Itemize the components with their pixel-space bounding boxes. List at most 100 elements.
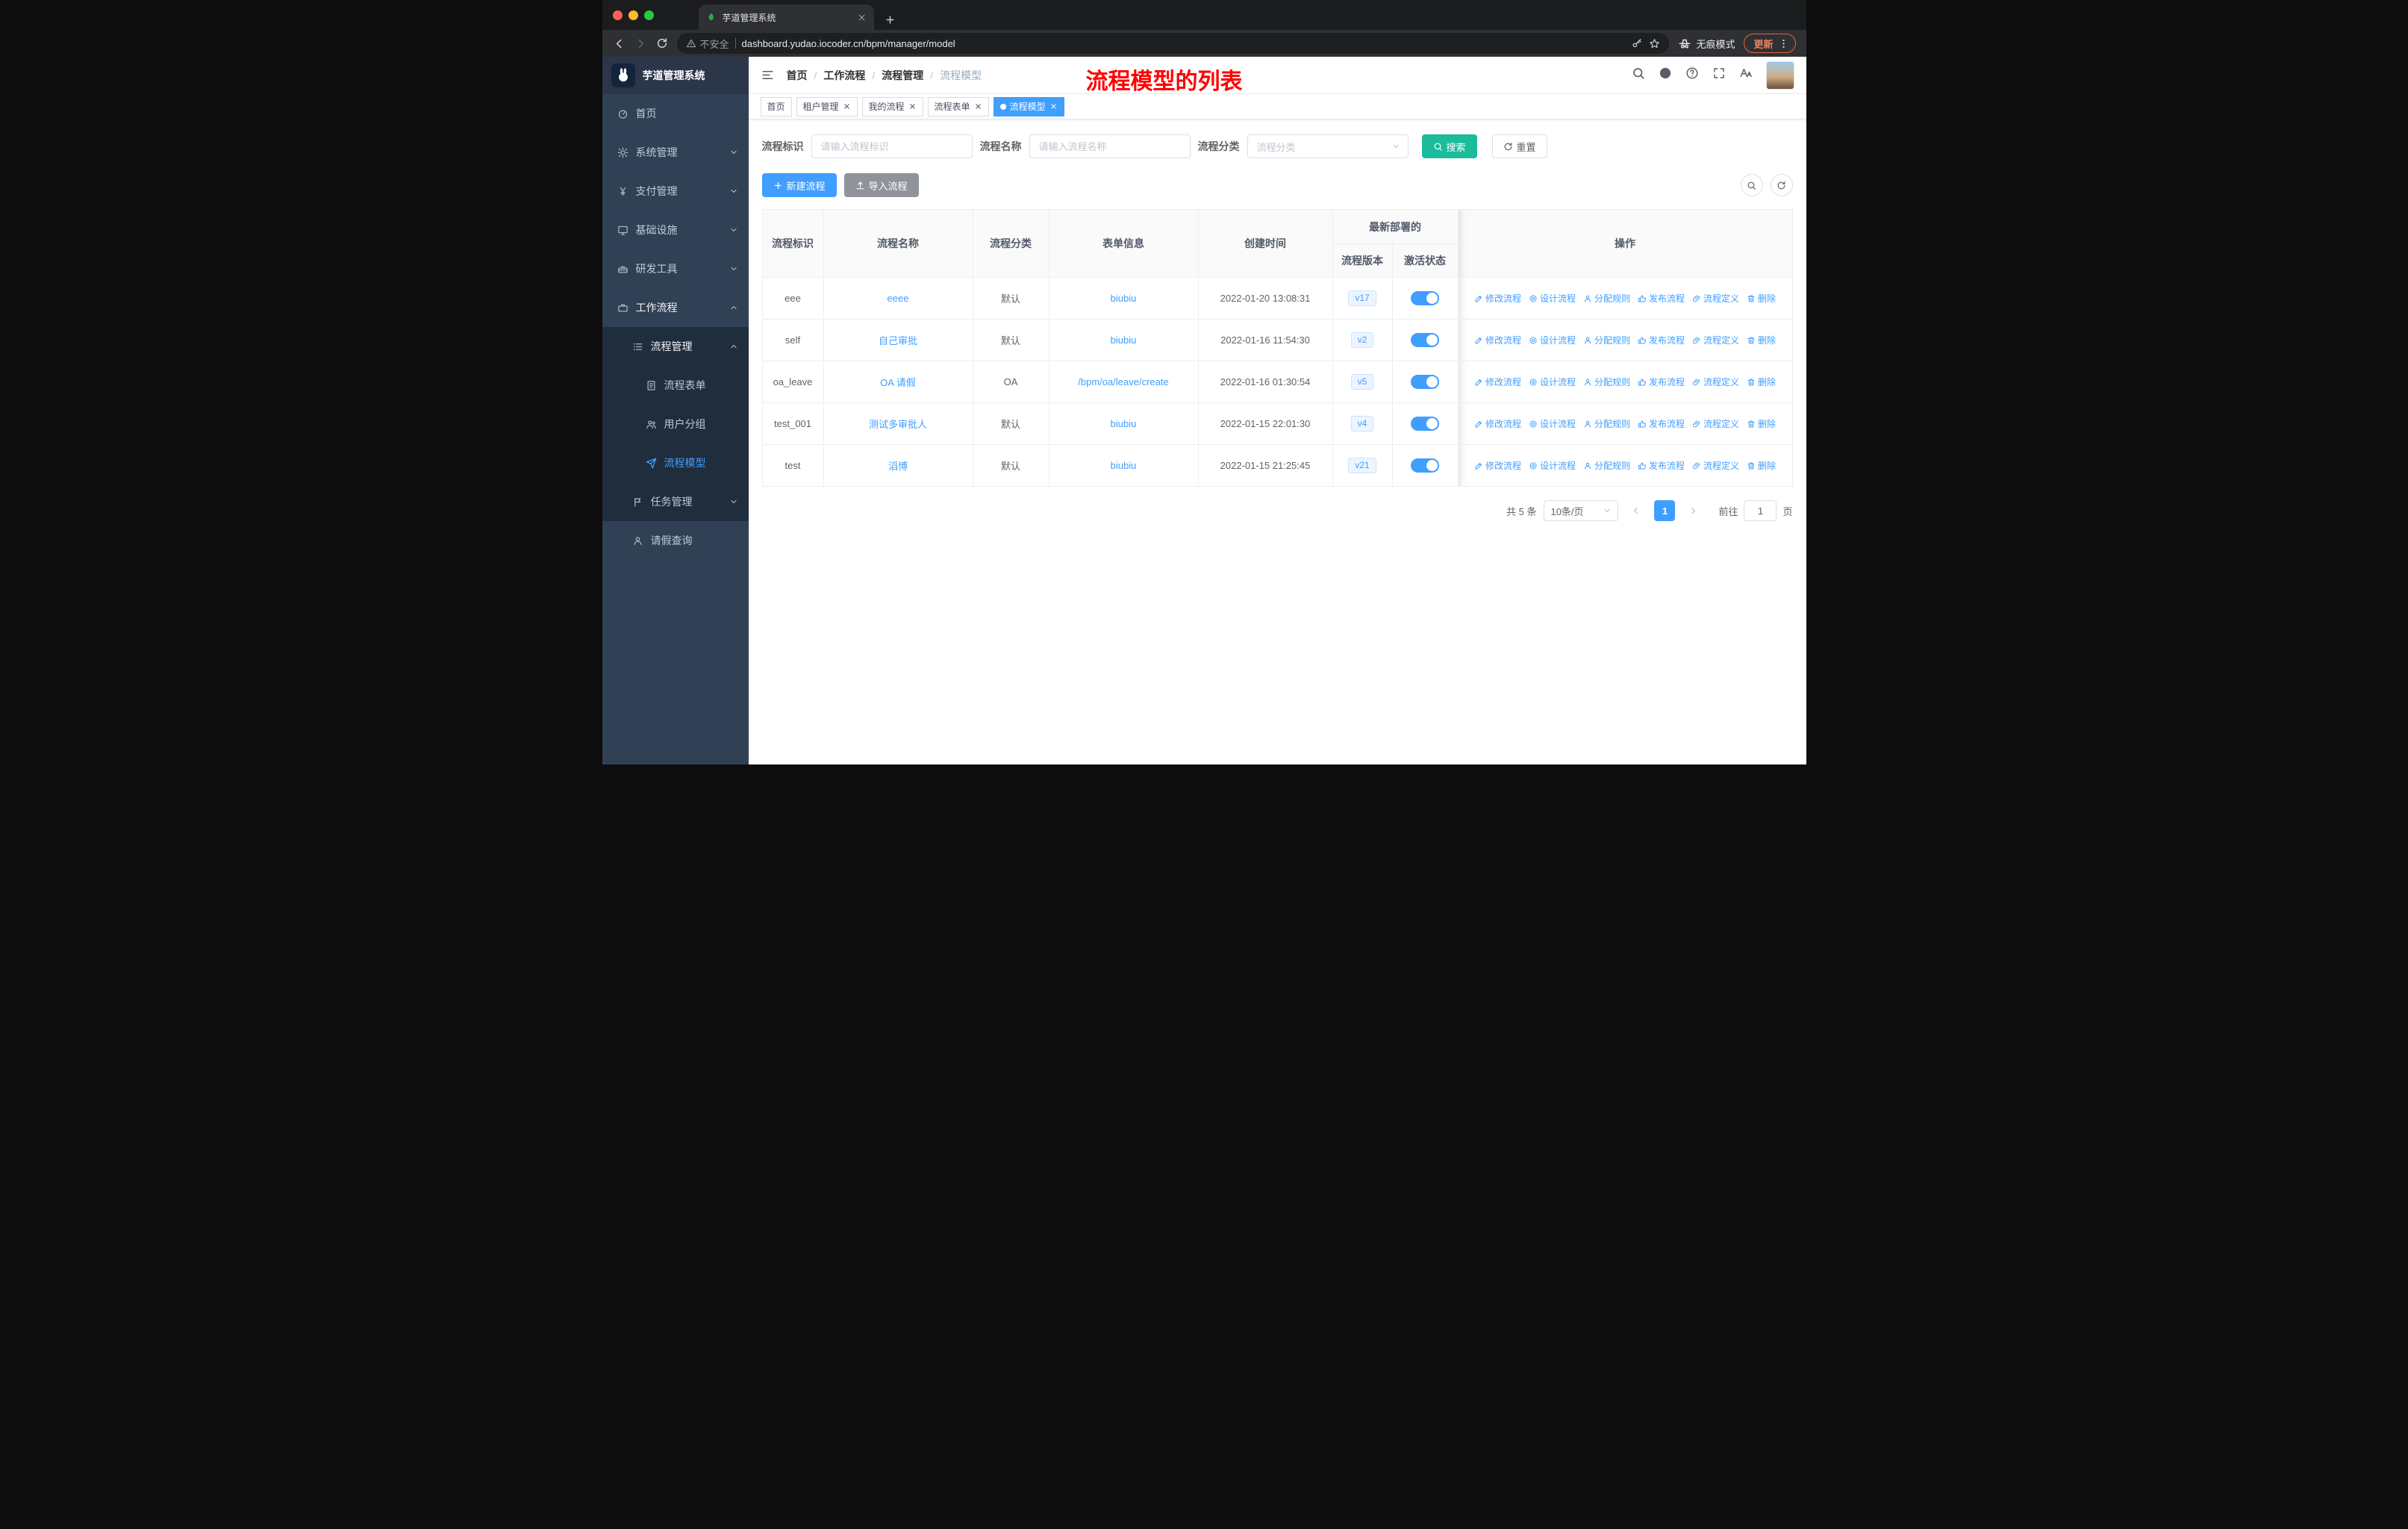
app-logo[interactable]: 芋道管理系统 xyxy=(602,57,749,94)
close-icon[interactable] xyxy=(974,102,982,110)
action-publish[interactable]: 发布流程 xyxy=(1638,376,1685,388)
password-key-icon[interactable] xyxy=(1632,38,1643,49)
category-select[interactable]: 流程分类 xyxy=(1247,134,1409,158)
action-publish[interactable]: 发布流程 xyxy=(1638,292,1685,305)
action-assign-rule[interactable]: 分配规则 xyxy=(1583,417,1630,430)
form-info-link[interactable]: biubiu xyxy=(1111,418,1137,429)
user-avatar[interactable] xyxy=(1765,60,1794,90)
sidebar-item-11[interactable]: 请假查询 xyxy=(602,521,749,560)
current-page-button[interactable]: 1 xyxy=(1654,500,1676,521)
sidebar-item-3[interactable]: 基础设施 xyxy=(602,211,749,249)
import-process-button[interactable]: 导入流程 xyxy=(843,173,919,197)
sidebar-item-7[interactable]: 流程表单 xyxy=(602,366,749,405)
close-icon[interactable] xyxy=(1049,102,1058,110)
active-toggle[interactable] xyxy=(1411,333,1439,347)
address-bar[interactable]: 不安全 dashboard.yudao.iocoder.cn/bpm/manag… xyxy=(676,33,1670,54)
action-definition[interactable]: 流程定义 xyxy=(1692,292,1739,305)
action-definition[interactable]: 流程定义 xyxy=(1692,334,1739,346)
breadcrumb-home[interactable]: 首页 xyxy=(787,68,824,83)
close-icon[interactable] xyxy=(908,102,917,110)
fullscreen-icon[interactable] xyxy=(1712,66,1726,84)
action-delete[interactable]: 删除 xyxy=(1747,459,1776,472)
window-close-button[interactable] xyxy=(612,10,623,20)
sidebar-item-6[interactable]: 流程管理 xyxy=(602,327,749,366)
update-button[interactable]: 更新 xyxy=(1744,34,1796,53)
browser-menu-kebab-icon[interactable] xyxy=(1778,38,1789,49)
font-size-icon[interactable] xyxy=(1739,66,1753,84)
sidebar-item-2[interactable]: 支付管理 xyxy=(602,172,749,211)
refresh-table-button[interactable] xyxy=(1770,174,1793,196)
action-modify[interactable]: 修改流程 xyxy=(1474,292,1521,305)
tag-2[interactable]: 我的流程 xyxy=(861,96,923,116)
breadcrumb-workflow[interactable]: 工作流程 xyxy=(823,68,882,83)
action-assign-rule[interactable]: 分配规则 xyxy=(1583,292,1630,305)
sidebar-item-8[interactable]: 用户分组 xyxy=(602,405,749,443)
forward-icon[interactable] xyxy=(634,37,647,50)
action-modify[interactable]: 修改流程 xyxy=(1474,376,1521,388)
reload-icon[interactable] xyxy=(656,37,668,49)
active-toggle[interactable] xyxy=(1411,291,1439,305)
back-icon[interactable] xyxy=(613,37,626,50)
toggle-search-button[interactable] xyxy=(1740,174,1763,196)
sidebar-item-10[interactable]: 任务管理 xyxy=(602,482,749,521)
process-key-input[interactable] xyxy=(811,134,973,158)
bookmark-star-icon[interactable] xyxy=(1649,38,1660,49)
form-info-link[interactable]: /bpm/oa/leave/create xyxy=(1078,376,1168,387)
process-name-link[interactable]: eeee xyxy=(888,293,909,304)
tag-0[interactable]: 首页 xyxy=(760,96,792,116)
page-size-select[interactable]: 10条/页 xyxy=(1544,500,1619,521)
action-modify[interactable]: 修改流程 xyxy=(1474,334,1521,346)
action-delete[interactable]: 删除 xyxy=(1747,334,1776,346)
action-design[interactable]: 设计流程 xyxy=(1529,292,1576,305)
reset-button[interactable]: 重置 xyxy=(1491,134,1547,158)
tab-close-icon[interactable] xyxy=(857,13,867,22)
process-name-link[interactable]: 滔博 xyxy=(888,461,908,472)
tag-1[interactable]: 租户管理 xyxy=(796,96,858,116)
sidebar-item-0[interactable]: 首页 xyxy=(602,94,749,133)
help-icon[interactable] xyxy=(1685,66,1699,84)
action-design[interactable]: 设计流程 xyxy=(1529,459,1576,472)
active-toggle[interactable] xyxy=(1411,458,1439,473)
sidebar-item-9[interactable]: 流程模型 xyxy=(602,443,749,482)
tag-3[interactable]: 流程表单 xyxy=(927,96,989,116)
action-modify[interactable]: 修改流程 xyxy=(1474,459,1521,472)
next-page-button[interactable] xyxy=(1682,500,1703,521)
close-icon[interactable] xyxy=(843,102,851,110)
form-info-link[interactable]: biubiu xyxy=(1111,460,1137,471)
new-tab-button[interactable] xyxy=(885,14,896,25)
prev-page-button[interactable] xyxy=(1626,500,1647,521)
process-name-link[interactable]: 测试多审批人 xyxy=(869,419,927,430)
action-publish[interactable]: 发布流程 xyxy=(1638,459,1685,472)
action-publish[interactable]: 发布流程 xyxy=(1638,334,1685,346)
action-assign-rule[interactable]: 分配规则 xyxy=(1583,376,1630,388)
active-toggle[interactable] xyxy=(1411,417,1439,431)
search-button[interactable]: 搜索 xyxy=(1421,134,1477,158)
github-icon[interactable] xyxy=(1659,66,1672,84)
action-assign-rule[interactable]: 分配规则 xyxy=(1583,334,1630,346)
action-design[interactable]: 设计流程 xyxy=(1529,334,1576,346)
window-minimize-button[interactable] xyxy=(628,10,638,20)
window-zoom-button[interactable] xyxy=(643,10,654,20)
process-name-link[interactable]: OA 请假 xyxy=(880,377,916,388)
process-name-input[interactable] xyxy=(1029,134,1191,158)
goto-page-input[interactable] xyxy=(1744,500,1777,521)
action-design[interactable]: 设计流程 xyxy=(1529,417,1576,430)
form-info-link[interactable]: biubiu xyxy=(1111,334,1137,346)
sidebar-item-1[interactable]: 系统管理 xyxy=(602,133,749,172)
form-info-link[interactable]: biubiu xyxy=(1111,293,1137,304)
sidebar-item-5[interactable]: 工作流程 xyxy=(602,288,749,327)
search-icon[interactable] xyxy=(1632,66,1645,84)
action-design[interactable]: 设计流程 xyxy=(1529,376,1576,388)
action-definition[interactable]: 流程定义 xyxy=(1692,459,1739,472)
action-assign-rule[interactable]: 分配规则 xyxy=(1583,459,1630,472)
action-publish[interactable]: 发布流程 xyxy=(1638,417,1685,430)
action-delete[interactable]: 删除 xyxy=(1747,292,1776,305)
hamburger-icon[interactable] xyxy=(761,68,775,82)
action-modify[interactable]: 修改流程 xyxy=(1474,417,1521,430)
tag-4[interactable]: 流程模型 xyxy=(993,96,1064,116)
action-definition[interactable]: 流程定义 xyxy=(1692,376,1739,388)
browser-tab[interactable]: 芋道管理系统 xyxy=(698,4,874,30)
action-delete[interactable]: 删除 xyxy=(1747,376,1776,388)
breadcrumb-process-management[interactable]: 流程管理 xyxy=(882,68,940,83)
active-toggle[interactable] xyxy=(1411,375,1439,389)
